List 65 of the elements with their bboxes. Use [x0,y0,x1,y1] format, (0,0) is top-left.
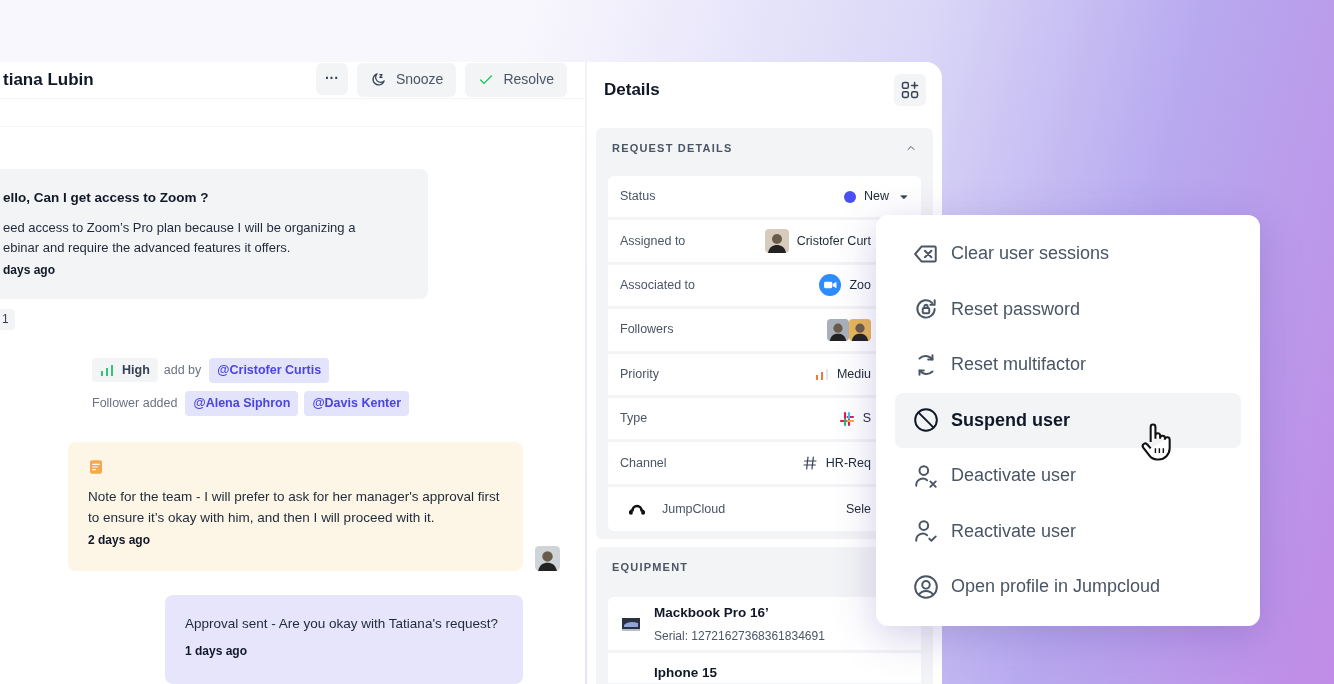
field-label: Status [620,188,656,206]
mention-tag[interactable]: @Alena Siphron [185,390,299,416]
add-widget-button[interactable] [894,73,926,106]
menu-item[interactable]: Clear user sessions [895,226,1241,282]
menu-item[interactable]: Open profile in Jumpcloud [895,559,1241,615]
field-value: HR-Req [825,454,871,472]
field-label: Type [620,410,648,428]
video-camera-icon [819,274,842,297]
resolve-button[interactable]: Resolve [465,63,567,97]
equipment-name: Mackbook Pro 16’ [654,603,770,622]
field-label: Priority [620,365,659,383]
avatar-icon [535,545,560,571]
approval-time: 1 days ago [185,643,249,660]
activity-text: add by [163,361,202,379]
activity-text: Follower added [92,394,178,412]
note-text: Note for the team - I will prefer to ask for her manager's approval first to ensure it’s okay with him, and then I will proceed with it. [88,487,501,527]
menu-item[interactable]: Reset password [895,281,1241,337]
priority-bars-icon [100,364,114,377]
field-value: Sele [845,500,871,518]
note-icon [88,457,104,476]
message-text: eed access to Zoom’s Pro plan because I will be organizing a [3,218,357,237]
count-badge: 1 [0,308,15,330]
field-value: Mediu [836,365,871,383]
equipment-name: Iphone 15 [654,664,717,683]
avatar-icon [764,229,789,254]
priority-badge: High [92,358,158,383]
priority-bars-icon [814,368,829,381]
menu-item[interactable]: Suspend user [895,392,1241,448]
details-title: Details [604,78,660,101]
field-label: JumpCloud [662,500,726,518]
approval-text: Approval sent - Are you okay with Tatiana's request? [185,614,499,633]
field-value: Cristofer Curt [796,232,871,250]
widgets-icon [900,79,920,100]
hash-shape-icon [838,410,855,427]
field-value: Zoo [849,277,871,295]
menu-item[interactable]: Reset multifactor [895,337,1241,393]
field-label: Associated to [620,277,696,295]
laptop-icon [622,616,640,631]
field-label: Followers [620,321,674,339]
user-circle-icon [913,573,939,600]
section-title: REQUEST DETAILS [612,140,733,156]
equipment-serial: Serial: 12721627368361834691 [654,627,825,645]
moon-icon [369,71,387,89]
hash-icon [801,455,818,472]
prohibited-icon [913,407,939,434]
avatar-icon [849,318,871,341]
avatar-icon [827,318,849,341]
user-remove-icon [913,462,939,489]
field-label: Assigned to [620,232,686,250]
field-label: Channel [620,454,667,472]
note-time: 2 days ago [88,531,152,549]
field-value: S [862,410,871,428]
message-title: ello, Can I get access to Zoom ? [3,188,210,207]
menu-item[interactable]: Deactivate user [895,448,1241,504]
snooze-button[interactable]: Snooze [356,63,457,97]
conversation-title: tiana Lubin [2,69,94,92]
message-time: days ago [3,261,57,279]
field-value[interactable]: New [864,187,889,207]
menu-item[interactable]: Reactivate user [895,503,1241,559]
message-text: ebinar and require the advanced features it offers. [3,238,292,257]
mention-tag[interactable]: @Davis Kenter [304,390,409,416]
user-check-icon [913,518,939,545]
more-button[interactable]: ··· [315,63,348,95]
section-title: EQUIPMENT [612,559,689,575]
mention-tag[interactable]: @Cristofer Curtis [209,357,330,383]
